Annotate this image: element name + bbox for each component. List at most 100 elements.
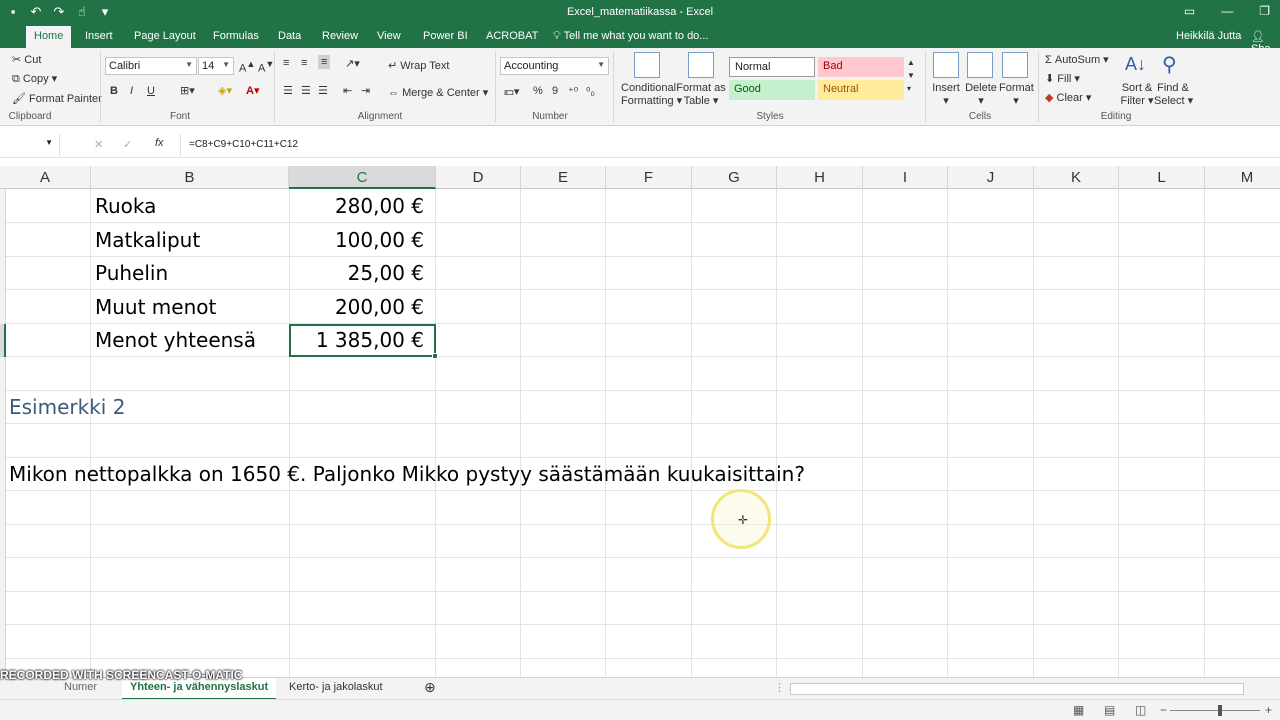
percent-button[interactable]: % <box>533 85 543 97</box>
cancel-formula-icon[interactable]: ✕ <box>94 138 103 151</box>
cell-label-menot-yhteensa[interactable]: Menot yhteensä <box>95 328 256 352</box>
number-format-combo[interactable]: Accounting ▼ <box>500 57 609 75</box>
sheet-tab-numer[interactable]: Numer <box>64 681 97 693</box>
formula-input[interactable]: =C8+C9+C10+C11+C12 <box>180 134 1280 156</box>
tab-power-bi[interactable]: Power BI <box>423 30 468 42</box>
merge-center-button[interactable]: ⇔ Merge & Center ▾ <box>388 86 488 99</box>
column-header-h[interactable]: H <box>777 166 863 189</box>
increase-decimal-icon[interactable]: ⁺⁰ <box>568 85 578 98</box>
style-normal[interactable]: Normal <box>729 57 815 77</box>
format-cells-button[interactable]: Format ▾ <box>999 82 1034 107</box>
cell-value-ruoka[interactable]: 280,00 € <box>290 194 424 218</box>
column-header-c[interactable]: C <box>289 166 436 189</box>
format-as-table-button[interactable]: Format as Table ▾ <box>676 82 726 107</box>
name-box[interactable]: ▼ <box>0 134 60 156</box>
sort-filter-button[interactable]: Sort & Filter ▾ <box>1120 82 1154 107</box>
cell-label-puhelin[interactable]: Puhelin <box>95 261 168 285</box>
column-header-m[interactable]: M <box>1205 166 1280 189</box>
page-break-view-icon[interactable]: ◫ <box>1135 703 1146 717</box>
styles-gallery-scroll[interactable]: ▲ ▼ ▾ <box>907 56 915 95</box>
borders-icon[interactable]: ⊞▾ <box>180 84 195 97</box>
column-header-f[interactable]: F <box>606 166 692 189</box>
tab-split-handle[interactable]: ⋮ <box>774 681 785 694</box>
sheet-tab-kerto[interactable]: Kerto- ja jakolaskut <box>289 681 383 693</box>
cell-value-puhelin[interactable]: 25,00 € <box>290 261 424 285</box>
clear-button[interactable]: ◆ Clear ▾ <box>1045 91 1091 104</box>
style-good[interactable]: Good <box>729 80 815 100</box>
insert-function-button[interactable]: fx <box>155 137 164 149</box>
format-painter-button[interactable]: 🖌︎ Format Painter <box>12 92 102 105</box>
find-select-button[interactable]: Find & Select ▾ <box>1154 82 1193 107</box>
delete-cells-button[interactable]: Delete ▾ <box>964 82 998 107</box>
copy-button[interactable]: ⧉ Copy ▾ <box>12 72 57 86</box>
column-header-e[interactable]: E <box>521 166 606 189</box>
minimize-icon[interactable]: — <box>1221 4 1233 18</box>
style-bad[interactable]: Bad <box>818 57 904 77</box>
increase-font-icon[interactable]: A▲ <box>239 59 255 75</box>
maximize-icon[interactable]: ❐ <box>1259 4 1270 18</box>
column-header-g[interactable]: G <box>692 166 777 189</box>
tab-home[interactable]: Home <box>26 26 72 48</box>
zoom-out-icon[interactable]: − <box>1160 703 1167 717</box>
column-header-b[interactable]: B <box>91 166 289 189</box>
wrap-text-button[interactable]: ↵ Wrap Text <box>388 59 449 72</box>
italic-button[interactable]: I <box>130 85 133 97</box>
normal-view-icon[interactable]: ▦ <box>1073 703 1084 717</box>
question-text[interactable]: Mikon nettopalkka on 1650 €. Paljonko Mi… <box>9 462 805 486</box>
zoom-slider-knob[interactable] <box>1218 705 1222 716</box>
column-header-a[interactable]: A <box>0 166 91 189</box>
autosum-button[interactable]: Σ AutoSum ▾ <box>1045 53 1109 66</box>
user-name[interactable]: Heikkilä Jutta <box>1176 30 1241 42</box>
decrease-decimal-icon[interactable]: ⁰₀ <box>586 85 595 98</box>
style-neutral[interactable]: Neutral <box>818 80 904 100</box>
tell-me-search[interactable]: 💡︎ Tell me what you want to do... <box>553 30 708 43</box>
comma-style-button[interactable]: 9 <box>552 85 558 97</box>
column-header-d[interactable]: D <box>436 166 521 189</box>
align-left-icon[interactable]: ☰ <box>283 84 293 97</box>
increase-indent-icon[interactable]: ⇥ <box>361 84 370 97</box>
conditional-formatting-button[interactable]: Conditional Formatting ▾ <box>621 82 682 107</box>
tab-view[interactable]: View <box>377 30 401 42</box>
horizontal-scrollbar[interactable] <box>790 683 1244 695</box>
ribbon-display-options-icon[interactable]: ▭ <box>1184 4 1195 18</box>
cell-value-muut-menot[interactable]: 200,00 € <box>290 295 424 319</box>
decrease-indent-icon[interactable]: ⇤ <box>343 84 352 97</box>
column-header-l[interactable]: L <box>1119 166 1205 189</box>
cell-label-ruoka[interactable]: Ruoka <box>95 194 156 218</box>
cell-label-matkaliput[interactable]: Matkaliput <box>95 228 200 252</box>
column-header-k[interactable]: K <box>1034 166 1119 189</box>
page-layout-view-icon[interactable]: ▤ <box>1104 703 1115 717</box>
cell-value-matkaliput[interactable]: 100,00 € <box>290 228 424 252</box>
tab-acrobat[interactable]: ACROBAT <box>486 30 538 42</box>
bold-button[interactable]: B <box>110 85 118 97</box>
tab-data[interactable]: Data <box>278 30 301 42</box>
font-name-combo[interactable]: Calibri ▼ <box>105 57 197 75</box>
add-sheet-icon[interactable]: ⊕ <box>424 679 436 696</box>
align-top-icon[interactable]: ≡ <box>283 57 289 69</box>
fill-handle[interactable] <box>432 353 438 359</box>
currency-icon[interactable]: 💶︎▾ <box>504 85 519 99</box>
example-heading[interactable]: Esimerkki 2 <box>9 395 125 419</box>
font-color-icon[interactable]: A▾ <box>246 84 259 97</box>
align-middle-icon[interactable]: ≡ <box>301 57 307 69</box>
fill-color-icon[interactable]: ◈▾ <box>218 84 232 97</box>
tab-insert[interactable]: Insert <box>85 30 113 42</box>
underline-button[interactable]: U <box>147 85 155 97</box>
cut-button[interactable]: ✂ Cut <box>12 53 41 66</box>
tab-review[interactable]: Review <box>322 30 358 42</box>
enter-formula-icon[interactable]: ✓ <box>123 138 132 151</box>
orientation-icon[interactable]: ↗▾ <box>345 57 360 70</box>
font-size-combo[interactable]: 14 ▼ <box>198 57 234 75</box>
active-cell-selection[interactable] <box>289 324 438 359</box>
tab-page-layout[interactable]: Page Layout <box>134 30 196 42</box>
align-center-icon[interactable]: ☰ <box>301 84 311 97</box>
insert-cells-button[interactable]: Insert ▾ <box>932 82 960 107</box>
fill-button[interactable]: ⬇ Fill ▾ <box>1045 72 1080 85</box>
column-header-j[interactable]: J <box>948 166 1034 189</box>
decrease-font-icon[interactable]: A▼ <box>258 59 274 75</box>
align-bottom-icon[interactable]: ≡ <box>318 55 331 69</box>
cell-label-muut-menot[interactable]: Muut menot <box>95 295 216 319</box>
worksheet-grid[interactable]: Ruoka 280,00 € Matkaliput 100,00 € Puhel… <box>0 189 1280 677</box>
zoom-in-icon[interactable]: + <box>1265 703 1272 717</box>
align-right-icon[interactable]: ☰ <box>318 84 328 97</box>
